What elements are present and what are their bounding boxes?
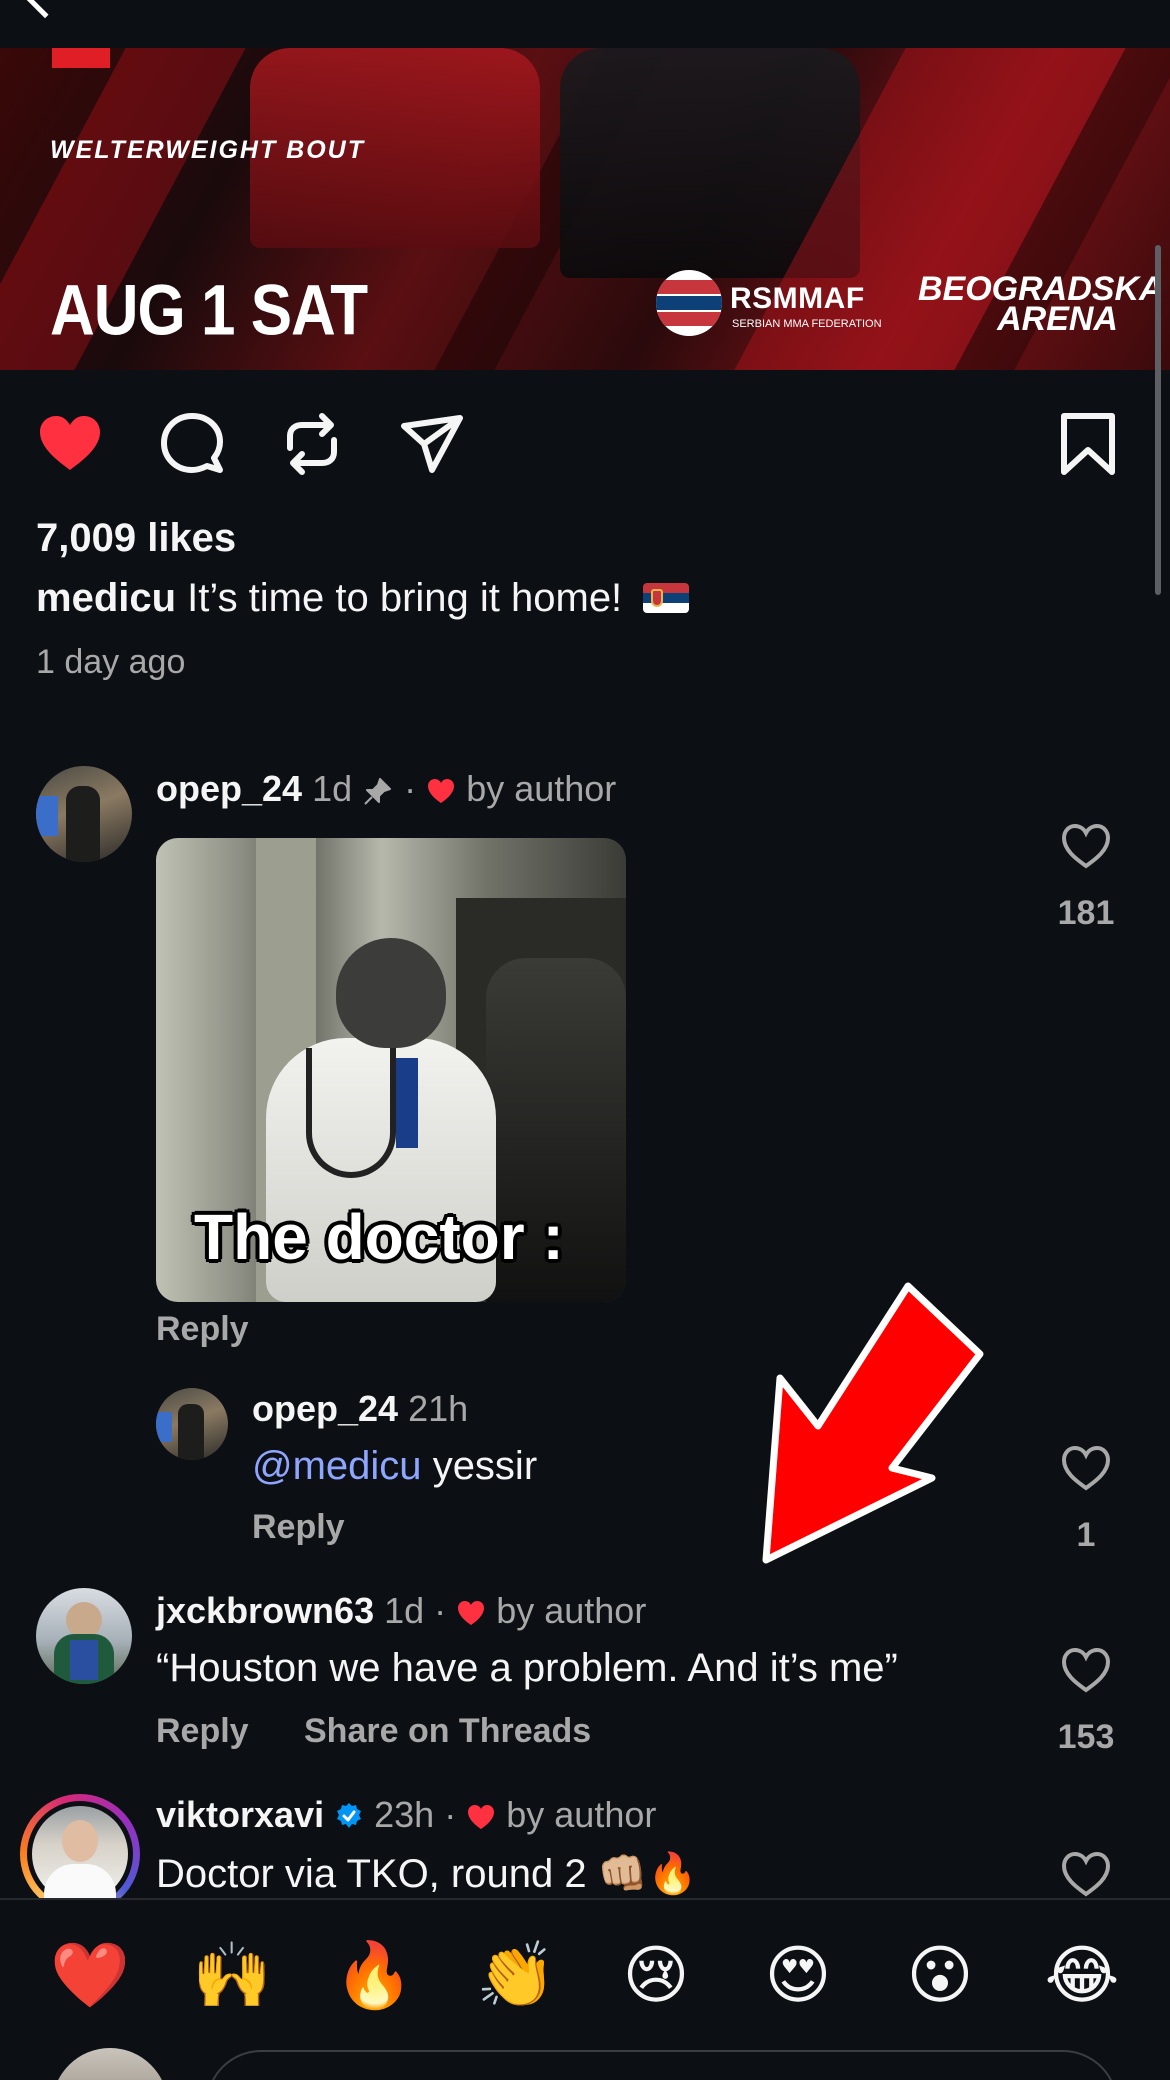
reaction-raised-hands[interactable]: 🙌	[192, 1938, 272, 2014]
mention-link[interactable]: @medicu	[252, 1444, 422, 1488]
comment-time: 21h	[408, 1388, 469, 1429]
likes-count[interactable]: 7,009 likes	[36, 516, 236, 561]
comment-like-button[interactable]	[1060, 822, 1112, 870]
comment-header: jxckbrown63 1d · by author	[156, 1590, 647, 1631]
comment-text: @medicu yessir	[252, 1444, 538, 1488]
liked-by-author-label: by author	[466, 768, 617, 809]
pigeon-head	[336, 938, 446, 1048]
comment-text: Doctor via TKO, round 2 👊🏼🔥	[156, 1852, 698, 1896]
avatar[interactable]	[156, 1388, 228, 1460]
arena-logo: BEOGRADSKA ARENA	[918, 272, 1164, 338]
reaction-heart[interactable]: ❤️	[50, 1938, 130, 2014]
caption-username[interactable]: medicu	[36, 576, 176, 620]
comment-like-count: 181	[1057, 894, 1115, 932]
comment-like-count: 1	[1076, 1516, 1096, 1554]
share-on-threads-button[interactable]: Share on Threads	[304, 1712, 591, 1751]
federation-logo: RSMMAF SERBIAN MMA FEDERATION	[656, 270, 882, 340]
comment-header: viktorxavi 23h · by author	[156, 1794, 657, 1835]
reaction-laughing[interactable]: 😂	[1044, 1938, 1120, 2014]
reply-button[interactable]: Reply	[156, 1712, 249, 1751]
avatar	[52, 2048, 168, 2080]
comment-like-count: 153	[1057, 1718, 1115, 1756]
post-timestamp: 1 day ago	[36, 643, 186, 681]
story-ring-avatar[interactable]	[20, 1794, 140, 1914]
comment-input[interactable]	[206, 2050, 1118, 2080]
back-chevron-icon[interactable]	[23, 0, 67, 19]
annotation-arrow-icon	[762, 1282, 984, 1564]
post-actions	[0, 400, 1170, 480]
caption-text: It’s time to bring it home!	[187, 576, 623, 620]
arena-line-2: ARENA	[997, 300, 1118, 338]
pin-icon	[364, 778, 392, 805]
post-caption: medicu It’s time to bring it home!	[36, 576, 690, 621]
reaction-crying[interactable]: 😢	[618, 1938, 694, 2014]
federation-subtitle: SERBIAN MMA FEDERATION	[732, 318, 882, 330]
federation-emblem-icon	[656, 270, 722, 336]
paper-plane-icon	[401, 415, 463, 473]
avatar[interactable]	[36, 766, 132, 862]
verified-badge-icon	[337, 1803, 362, 1828]
reaction-heart-eyes[interactable]: 😍	[760, 1938, 836, 2014]
comment-composer	[0, 2040, 1170, 2080]
comment-time: 1d	[312, 768, 353, 809]
heart-filled-icon	[40, 416, 100, 470]
federation-name: RSMMAF	[730, 282, 865, 315]
comment-like-button[interactable]	[1060, 1850, 1112, 1898]
comment-gif[interactable]: The doctor :	[156, 838, 626, 1302]
top-nav	[0, 0, 1170, 48]
comment-time: 1d	[384, 1590, 425, 1631]
like-button[interactable]	[34, 408, 106, 480]
comment-like-button[interactable]	[1060, 1646, 1112, 1694]
avatar[interactable]	[36, 1588, 132, 1684]
gif-caption: The doctor :	[194, 1201, 564, 1273]
heart-filled-icon	[428, 779, 455, 803]
heart-outline-icon	[1061, 1851, 1111, 1897]
comment-text: “Houston we have a problem. And it’s me”	[156, 1646, 898, 1690]
save-button[interactable]	[1052, 408, 1124, 480]
repost-icon	[287, 413, 337, 475]
comment-username[interactable]: jxckbrown63	[156, 1590, 374, 1631]
serbia-flag-icon	[643, 583, 690, 613]
comment-time: 23h	[374, 1794, 435, 1835]
heart-filled-icon	[458, 1601, 485, 1625]
comment-bubble-icon	[161, 413, 223, 473]
repost-button[interactable]	[276, 408, 348, 480]
reply-button[interactable]: Reply	[252, 1508, 345, 1547]
comment-button[interactable]	[156, 408, 228, 480]
comment-username[interactable]: opep_24	[156, 768, 302, 809]
liked-by-author-label: by author	[506, 1794, 657, 1835]
heart-outline-icon	[1061, 1445, 1111, 1491]
liked-by-author-label: by author	[496, 1590, 647, 1631]
poster-accent	[52, 48, 110, 68]
reaction-clap[interactable]: 👏	[476, 1938, 556, 2014]
reply-button[interactable]: Reply	[156, 1310, 249, 1349]
scrollbar[interactable]	[1155, 245, 1161, 595]
poster-date: AUG 1 SAT	[50, 271, 368, 351]
comment-header: opep_24 1d · by author	[156, 768, 617, 809]
heart-outline-icon	[1061, 823, 1111, 869]
comment-username[interactable]: opep_24	[252, 1388, 398, 1429]
post-image[interactable]: WELTERWEIGHT BOUT AUG 1 SAT RSMMAF SERBI…	[0, 48, 1170, 370]
heart-outline-icon	[1061, 1647, 1111, 1693]
poster-bout-label: WELTERWEIGHT BOUT	[50, 136, 365, 164]
reaction-fire[interactable]: 🔥	[334, 1938, 414, 2014]
quick-reactions-bar: ❤️ 🙌 🔥 👏 😢 😍 😮 😂	[0, 1898, 1170, 2038]
comment-like-button[interactable]	[1060, 1444, 1112, 1492]
stethoscope-icon	[306, 1048, 396, 1178]
reaction-surprised[interactable]: 😮	[902, 1938, 978, 2014]
heart-filled-icon	[468, 1805, 495, 1829]
comment-header: opep_24 21h	[252, 1388, 468, 1430]
bookmark-icon	[1061, 413, 1115, 475]
share-button[interactable]	[396, 408, 468, 480]
comment-username[interactable]: viktorxavi	[156, 1794, 324, 1835]
